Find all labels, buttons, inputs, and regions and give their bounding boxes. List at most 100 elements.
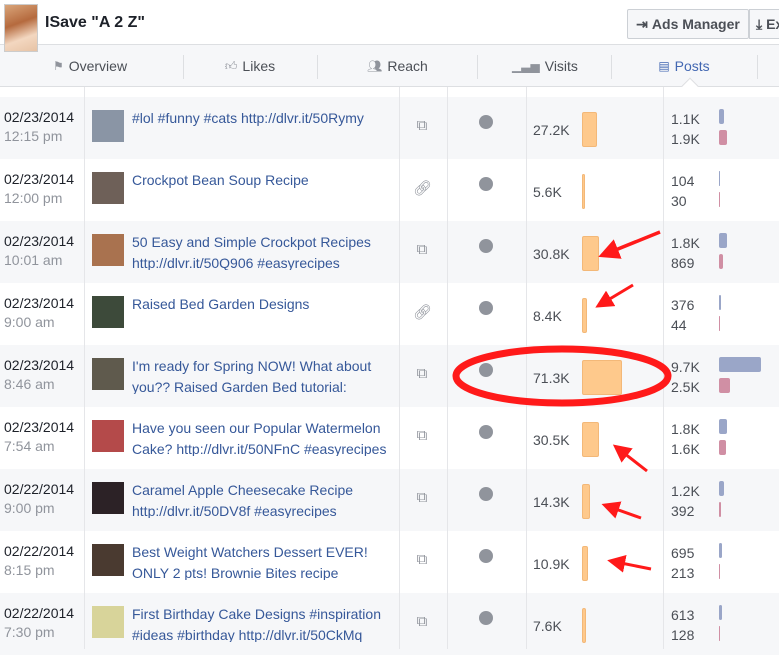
post-date: 02/23/2014: [4, 109, 75, 125]
engagement-bar-top: [719, 109, 724, 124]
engagement-actions: 2.5K: [671, 379, 700, 395]
post-time: 10:01 am: [4, 252, 63, 268]
post-link[interactable]: Have you seen our Popular Watermelon Cak…: [132, 418, 394, 456]
engagement-clicks: 1.8K: [671, 235, 700, 251]
tab-divider: [317, 55, 318, 79]
globe-icon: [479, 425, 493, 439]
engagement-bar-top: [719, 171, 720, 186]
reach-bar: [582, 422, 599, 457]
post-thumbnail[interactable]: [92, 482, 124, 514]
post-link[interactable]: First Birthday Cake Designs #inspiration…: [132, 604, 394, 642]
tab-reach[interactable]: 👥︎ Reach: [320, 45, 475, 87]
bar-chart-icon: ▁▃▅: [512, 59, 540, 73]
engagement-bar-top: [719, 481, 724, 496]
post-thumbnail[interactable]: [92, 172, 124, 204]
engagement-bar-top: [719, 295, 721, 310]
post-link[interactable]: Best Weight Watchers Dessert EVER! ONLY …: [132, 542, 394, 580]
export-label: Export: [766, 16, 779, 32]
engagement-clicks: 613: [671, 607, 695, 623]
reach-value: 30.5K: [533, 432, 570, 448]
post-link[interactable]: Crockpot Bean Soup Recipe: [132, 170, 394, 208]
reach-bar: [582, 546, 588, 581]
column-divider: [447, 87, 448, 649]
reach-bar: [582, 112, 597, 147]
download-icon: ⤓: [756, 16, 763, 32]
engagement-bar-bottom: [719, 440, 726, 455]
link-icon: 🔗︎: [413, 304, 433, 321]
post-link[interactable]: #lol #funny #cats http://dlvr.it/50Rymy: [132, 108, 394, 146]
engagement-bar-bottom: [719, 316, 720, 331]
post-link[interactable]: 50 Easy and Simple Crockpot Recipes http…: [132, 232, 394, 270]
avatar[interactable]: [4, 4, 38, 52]
engagement-bar-bottom: [719, 502, 721, 517]
posts-table: 02/23/2014 12:15 pm #lol #funny #cats ht…: [0, 87, 779, 655]
globe-icon: [479, 363, 493, 377]
engagement-bar-top: [719, 233, 727, 248]
posts-list-icon: ▤: [658, 59, 670, 73]
tab-label: Likes: [242, 58, 276, 74]
post-date: 02/22/2014: [4, 481, 75, 497]
reach-value: 27.2K: [533, 122, 570, 138]
tab-visits[interactable]: ▁▃▅ Visits: [480, 45, 610, 87]
photo-album-icon: ⧉: [416, 489, 428, 506]
globe-icon: [479, 611, 493, 625]
tab-divider: [611, 55, 612, 79]
engagement-actions: 1.6K: [671, 441, 700, 457]
post-thumbnail[interactable]: [92, 544, 124, 576]
thumbs-up-icon: 👍︎: [224, 58, 238, 73]
tab-overview[interactable]: ⚑ Overview: [20, 45, 160, 87]
post-time: 8:15 pm: [4, 562, 55, 578]
photo-album-icon: ⧉: [416, 613, 428, 630]
post-date: 02/23/2014: [4, 357, 75, 373]
engagement-clicks: 1.2K: [671, 483, 700, 499]
reach-bar: [582, 174, 585, 209]
post-thumbnail[interactable]: [92, 420, 124, 452]
post-thumbnail[interactable]: [92, 296, 124, 328]
photo-album-icon: ⧉: [416, 551, 428, 568]
column-divider: [84, 87, 85, 649]
post-date: 02/23/2014: [4, 171, 75, 187]
engagement-bar-bottom: [719, 192, 720, 207]
reach-value: 30.8K: [533, 246, 570, 262]
post-time: 8:46 am: [4, 376, 55, 392]
reach-bar: [582, 360, 622, 395]
photo-album-icon: ⧉: [416, 117, 428, 134]
post-thumbnail[interactable]: [92, 606, 124, 638]
engagement-actions: 30: [671, 193, 687, 209]
globe-icon: [479, 239, 493, 253]
globe-icon: [479, 115, 493, 129]
reach-value: 71.3K: [533, 370, 570, 386]
post-time: 12:15 pm: [4, 128, 63, 144]
post-thumbnail[interactable]: [92, 234, 124, 266]
post-link[interactable]: Caramel Apple Cheesecake Recipe http://d…: [132, 480, 394, 518]
post-thumbnail[interactable]: [92, 358, 124, 390]
engagement-bar-bottom: [719, 564, 720, 579]
tab-posts[interactable]: ▤ Posts: [614, 45, 754, 87]
engagement-bar-bottom: [719, 378, 730, 393]
export-button[interactable]: ⤓ Export: [749, 9, 779, 39]
post-thumbnail[interactable]: [92, 110, 124, 142]
engagement-bar-bottom: [719, 626, 720, 641]
globe-icon: [479, 177, 493, 191]
flag-icon: ⚑: [52, 59, 64, 73]
post-link[interactable]: I'm ready for Spring NOW! What about you…: [132, 356, 394, 394]
tab-likes[interactable]: 👍︎ Likes: [185, 45, 315, 87]
post-time: 9:00 am: [4, 314, 55, 330]
engagement-actions: 1.9K: [671, 131, 700, 147]
post-date: 02/23/2014: [4, 419, 75, 435]
engagement-bar-top: [719, 419, 727, 434]
reach-value: 8.4K: [533, 308, 562, 324]
page-title: ISave "A 2 Z": [45, 14, 145, 31]
link-icon: 🔗︎: [413, 180, 433, 197]
engagement-actions: 392: [671, 503, 695, 519]
engagement-actions: 213: [671, 565, 695, 581]
post-time: 7:54 am: [4, 438, 55, 454]
column-divider: [399, 87, 400, 649]
post-date: 02/22/2014: [4, 605, 75, 621]
post-link[interactable]: Raised Bed Garden Designs: [132, 294, 394, 332]
globe-icon: [479, 487, 493, 501]
ads-manager-button[interactable]: ⇥ Ads Manager: [627, 9, 749, 39]
reach-bar: [582, 484, 590, 519]
people-icon: 👥︎: [367, 59, 383, 73]
reach-bar: [582, 608, 586, 643]
